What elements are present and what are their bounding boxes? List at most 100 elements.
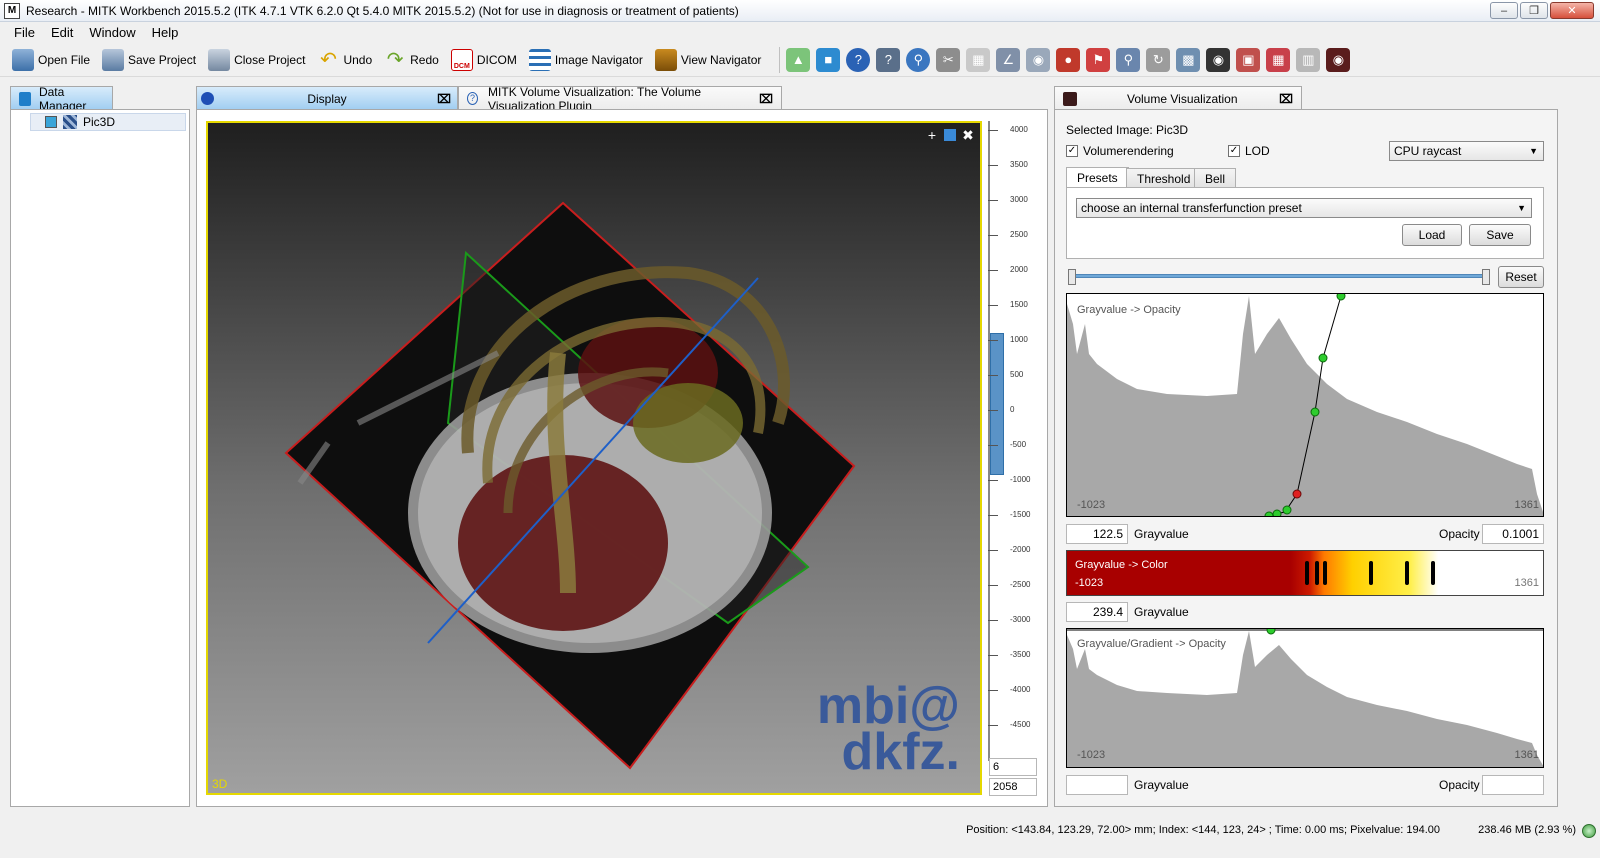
preset-select[interactable]: choose an internal transferfunction pres… (1076, 198, 1532, 218)
crosshair-icon[interactable]: + (924, 127, 940, 143)
camera-icon[interactable]: ◉ (1026, 47, 1051, 72)
tab-presets[interactable]: Presets (1066, 167, 1129, 187)
ruler-tick-label: 1000 (1010, 335, 1028, 344)
help-icon[interactable]: ? (846, 47, 871, 72)
registration-icon[interactable]: ↻ (1146, 47, 1171, 72)
control-point[interactable] (1318, 353, 1328, 363)
lod-checkbox[interactable]: ✓ (1228, 145, 1240, 157)
menu-file[interactable]: File (6, 25, 43, 40)
load-button[interactable]: Load (1402, 224, 1462, 246)
maximize-icon[interactable] (944, 129, 956, 141)
close-project-label: Close Project (234, 52, 306, 67)
sliders-icon (528, 48, 551, 71)
window-field[interactable]: 2058 (989, 778, 1037, 796)
level-field[interactable]: 6 (989, 758, 1037, 776)
color-grayvalue-field[interactable]: 239.4 (1066, 602, 1128, 622)
save-project-button[interactable]: Save Project (102, 46, 196, 74)
scissors-icon[interactable]: ✂ (936, 47, 961, 72)
network-icon[interactable]: ▣ (1236, 47, 1261, 72)
eye-icon[interactable]: ◉ (1326, 47, 1351, 72)
volumerendering-checkbox[interactable]: ✓ (1066, 145, 1078, 157)
close-window-button[interactable]: ✕ (1550, 2, 1594, 19)
color-point[interactable] (1305, 561, 1309, 585)
visibility-checkbox[interactable] (45, 116, 57, 128)
close-icon[interactable]: ⌧ (437, 92, 451, 106)
grayvalue-label: Grayvalue (1134, 527, 1189, 541)
opacity-field[interactable]: 0.1001 (1482, 524, 1544, 544)
close-icon[interactable]: ✖ (960, 127, 976, 143)
color-point[interactable] (1323, 561, 1327, 585)
ruler-tick-label: -3500 (1010, 650, 1031, 659)
menu-help[interactable]: Help (144, 25, 187, 40)
image-navigator-button[interactable]: Image Navigator (528, 46, 643, 74)
close-project-button[interactable]: Close Project (208, 46, 305, 74)
undo-button[interactable]: ↶ Undo (317, 46, 372, 74)
tab-bell[interactable]: Bell (1194, 168, 1237, 188)
control-point-selected[interactable] (1292, 489, 1302, 499)
color-point[interactable] (1431, 561, 1435, 585)
opacity-transfer-chart[interactable]: Grayvalue -> Opacity -1023 1361 (1066, 293, 1544, 517)
search-icon[interactable]: ⚲ (1116, 47, 1141, 72)
restore-button[interactable]: ❐ (1520, 2, 1548, 19)
gradient-grayvalue-field[interactable] (1066, 775, 1128, 795)
level-window-slider[interactable] (990, 333, 1004, 475)
color-point[interactable] (1315, 561, 1319, 585)
help-index-icon[interactable]: ? (876, 47, 901, 72)
control-point[interactable] (1282, 505, 1292, 515)
view-label: 3D (212, 777, 228, 791)
bar-chart-icon[interactable]: ▥ (1296, 47, 1321, 72)
control-point[interactable] (1336, 294, 1346, 301)
chart-pattern-icon[interactable]: ▦ (1266, 47, 1291, 72)
range-slider[interactable] (1068, 269, 1490, 285)
color-point[interactable] (1405, 561, 1409, 585)
open-file-button[interactable]: Open File (12, 46, 90, 74)
control-point[interactable] (1310, 407, 1320, 417)
molecule-icon[interactable]: ● (1056, 47, 1081, 72)
table-icon[interactable]: ▦ (966, 47, 991, 72)
list-item[interactable]: Pic3D (30, 113, 186, 131)
color-point[interactable] (1369, 561, 1373, 585)
gradient-opacity-field[interactable] (1482, 775, 1544, 795)
cube-icon[interactable]: ■ (816, 47, 841, 72)
image-navigator-label: Image Navigator (554, 52, 643, 67)
redo-button[interactable]: ↷ Redo (384, 46, 439, 74)
dicom-button[interactable]: DCM DICOM (450, 46, 517, 74)
measurement-icon[interactable]: ∠ (996, 47, 1021, 72)
image-stats-icon[interactable]: ▩ (1176, 47, 1201, 72)
close-icon[interactable]: ⌧ (759, 92, 773, 106)
book-icon (654, 48, 677, 71)
close-icon[interactable]: ⌧ (1279, 92, 1293, 106)
render-window-3d[interactable]: + ✖ mbi@ dkfz. 3D (206, 121, 982, 795)
help-icon: ? (467, 92, 479, 105)
minimize-button[interactable]: – (1490, 2, 1518, 19)
ruler-tick-mark (988, 585, 998, 586)
volume-icon (1063, 91, 1077, 106)
screenshot-icon[interactable]: ◉ (1206, 47, 1231, 72)
range-slider-handle-right[interactable] (1482, 269, 1490, 285)
reset-button[interactable]: Reset (1498, 266, 1544, 288)
control-point[interactable] (1266, 629, 1276, 635)
range-slider-handle-left[interactable] (1068, 269, 1076, 285)
render-mode-select[interactable]: CPU raycast ▼ (1389, 141, 1544, 161)
ruler-tick-mark (988, 130, 998, 131)
magnifier-icon[interactable]: ⚲ (906, 47, 931, 72)
ruler-tick-mark (988, 725, 998, 726)
level-window-ruler[interactable]: 4000 3500 3000 2500 2000 1500 1000 500 0 -500 -100… (988, 121, 1050, 761)
gradient-transfer-chart[interactable]: Grayvalue/Gradient -> Opacity -1023 1361 (1066, 628, 1544, 768)
menu-edit[interactable]: Edit (43, 25, 81, 40)
tab-volume-visualization[interactable]: Volume Visualization ⌧ (1054, 86, 1302, 110)
control-point[interactable] (1264, 511, 1274, 517)
tab-volume-plugin[interactable]: ? MITK Volume Visualization: The Volume … (458, 85, 782, 113)
segmentation-icon[interactable]: ▲ (786, 47, 811, 72)
save-button[interactable]: Save (1469, 224, 1531, 246)
view-navigator-button[interactable]: View Navigator (654, 46, 761, 74)
control-point[interactable] (1272, 509, 1282, 517)
tab-display[interactable]: Display ⌧ (196, 86, 458, 110)
tab-data-manager[interactable]: Data Manager (10, 85, 113, 113)
color-transfer-chart[interactable]: Grayvalue -> Color -1023 1361 (1066, 550, 1544, 596)
pin-icon[interactable]: ⚑ (1086, 47, 1111, 72)
grayvalue-field[interactable]: 122.5 (1066, 524, 1128, 544)
menu-window[interactable]: Window (81, 25, 143, 40)
tab-threshold[interactable]: Threshold (1126, 168, 1202, 188)
selected-image-label: Selected Image: Pic3D (1066, 123, 1189, 137)
